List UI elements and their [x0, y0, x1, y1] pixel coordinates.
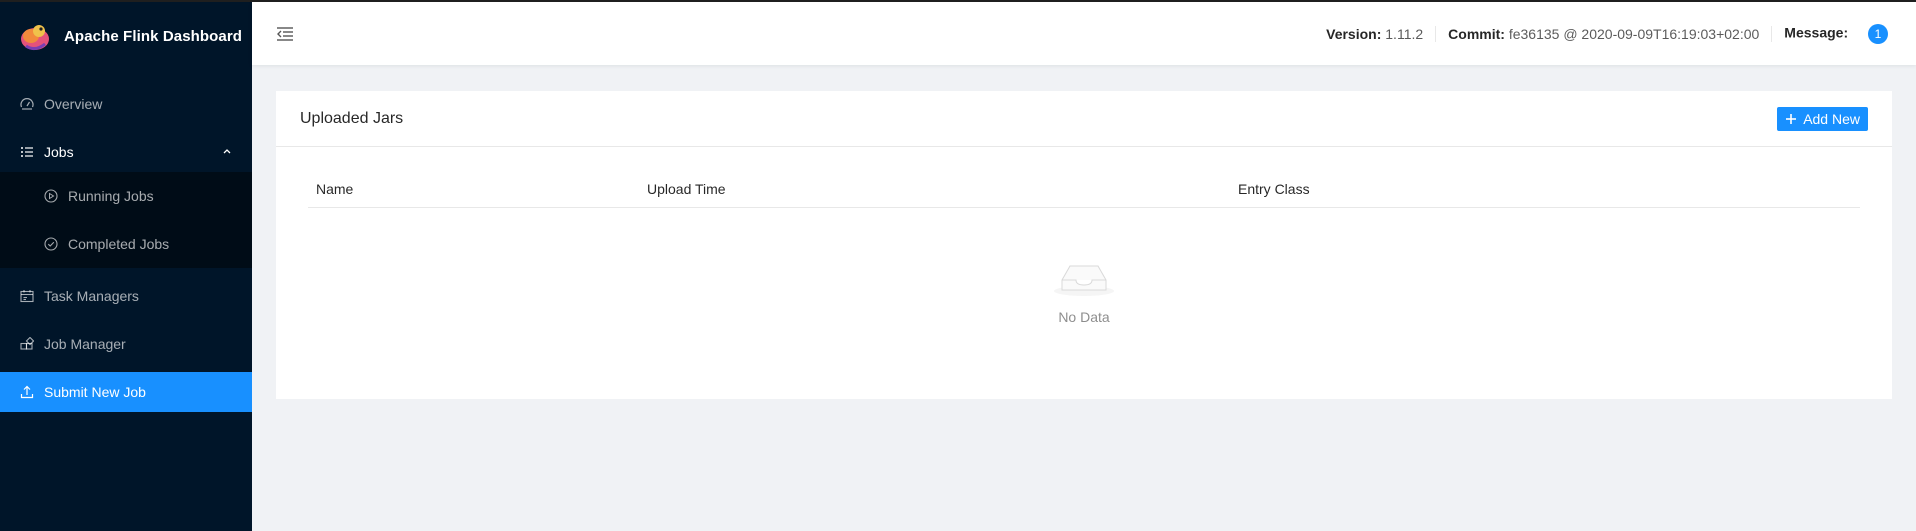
commit-value: fe36135 @ 2020-09-09T16:19:03+02:00 — [1508, 25, 1760, 42]
build-icon — [20, 337, 34, 351]
sidebar-item-running-jobs[interactable]: Running Jobs — [0, 172, 252, 220]
uploaded-jars-card: Uploaded Jars Add New Name Upload Time E… — [276, 91, 1892, 399]
upload-icon — [20, 385, 34, 399]
plus-icon — [1786, 113, 1797, 124]
card-title: Uploaded Jars — [300, 109, 404, 127]
sidebar-item-jobs[interactable]: Jobs — [0, 132, 252, 172]
sidebar-item-task-managers[interactable]: Task Managers — [0, 276, 252, 316]
jobs-submenu: Running Jobs Completed Jobs — [0, 172, 252, 268]
commit-label: Commit: — [1448, 25, 1505, 42]
sidebar-item-label: Task Managers — [44, 288, 139, 304]
check-circle-icon — [44, 237, 58, 251]
top-header: Version: 1.11.2 Commit: fe36135 @ 2020-0… — [252, 2, 1916, 65]
menu-fold-icon[interactable] — [276, 26, 294, 42]
message-label: Message: — [1784, 24, 1849, 41]
sidebar-item-label: Overview — [44, 96, 103, 112]
schedule-icon — [20, 289, 34, 303]
jars-table: Name Upload Time Entry Class No Data — [308, 171, 1860, 325]
empty-state: No Data — [308, 208, 1860, 325]
card-header: Uploaded Jars Add New — [276, 91, 1892, 147]
sidebar-item-completed-jobs[interactable]: Completed Jobs — [0, 220, 252, 268]
sidebar-item-label: Job Manager — [44, 336, 126, 352]
sidebar-item-overview[interactable]: Overview — [0, 84, 252, 124]
commit-info: Commit: fe36135 @ 2020-09-09T16:19:03+02… — [1436, 25, 1773, 42]
sidebar-item-label: Completed Jobs — [68, 236, 170, 252]
empty-text: No Data — [1058, 309, 1110, 325]
unordered-list-icon — [20, 145, 34, 159]
table-header: Name Upload Time Entry Class — [308, 171, 1860, 208]
sidebar-item-job-manager[interactable]: Job Manager — [0, 324, 252, 364]
sidebar-item-label: Jobs — [44, 144, 74, 160]
version-info: Version: 1.11.2 — [1314, 25, 1437, 42]
add-new-label: Add New — [1803, 110, 1860, 127]
version-label: Version: — [1326, 25, 1382, 42]
top-border — [0, 0, 1916, 2]
message-count-badge[interactable]: 1 — [1868, 23, 1888, 44]
message-info[interactable]: Message: 1 — [1772, 23, 1916, 44]
inbox-icon — [1054, 265, 1114, 296]
sidebar-item-label: Submit New Job — [44, 384, 146, 400]
chevron-up-icon — [223, 149, 231, 154]
sidebar-item-submit-new-job[interactable]: Submit New Job — [0, 372, 252, 412]
version-value: 1.11.2 — [1385, 25, 1424, 42]
dashboard-icon — [20, 97, 34, 111]
add-new-button[interactable]: Add New — [1777, 106, 1868, 131]
column-header-upload-time[interactable]: Upload Time — [639, 181, 1230, 197]
logo[interactable]: Apache Flink Dashboard — [0, 0, 252, 72]
sidebar: Apache Flink Dashboard Overview Jobs Run… — [0, 0, 252, 531]
header-info: Version: 1.11.2 Commit: fe36135 @ 2020-0… — [1314, 2, 1916, 65]
sidebar-item-label: Running Jobs — [68, 188, 154, 204]
play-circle-icon — [44, 189, 58, 203]
app-title: Apache Flink Dashboard — [64, 27, 243, 45]
column-header-entry-class[interactable]: Entry Class — [1230, 181, 1860, 197]
flink-logo-icon — [21, 25, 49, 51]
sidebar-menu: Overview Jobs Running Jobs Completed Job… — [0, 84, 252, 412]
column-header-name[interactable]: Name — [308, 181, 639, 197]
